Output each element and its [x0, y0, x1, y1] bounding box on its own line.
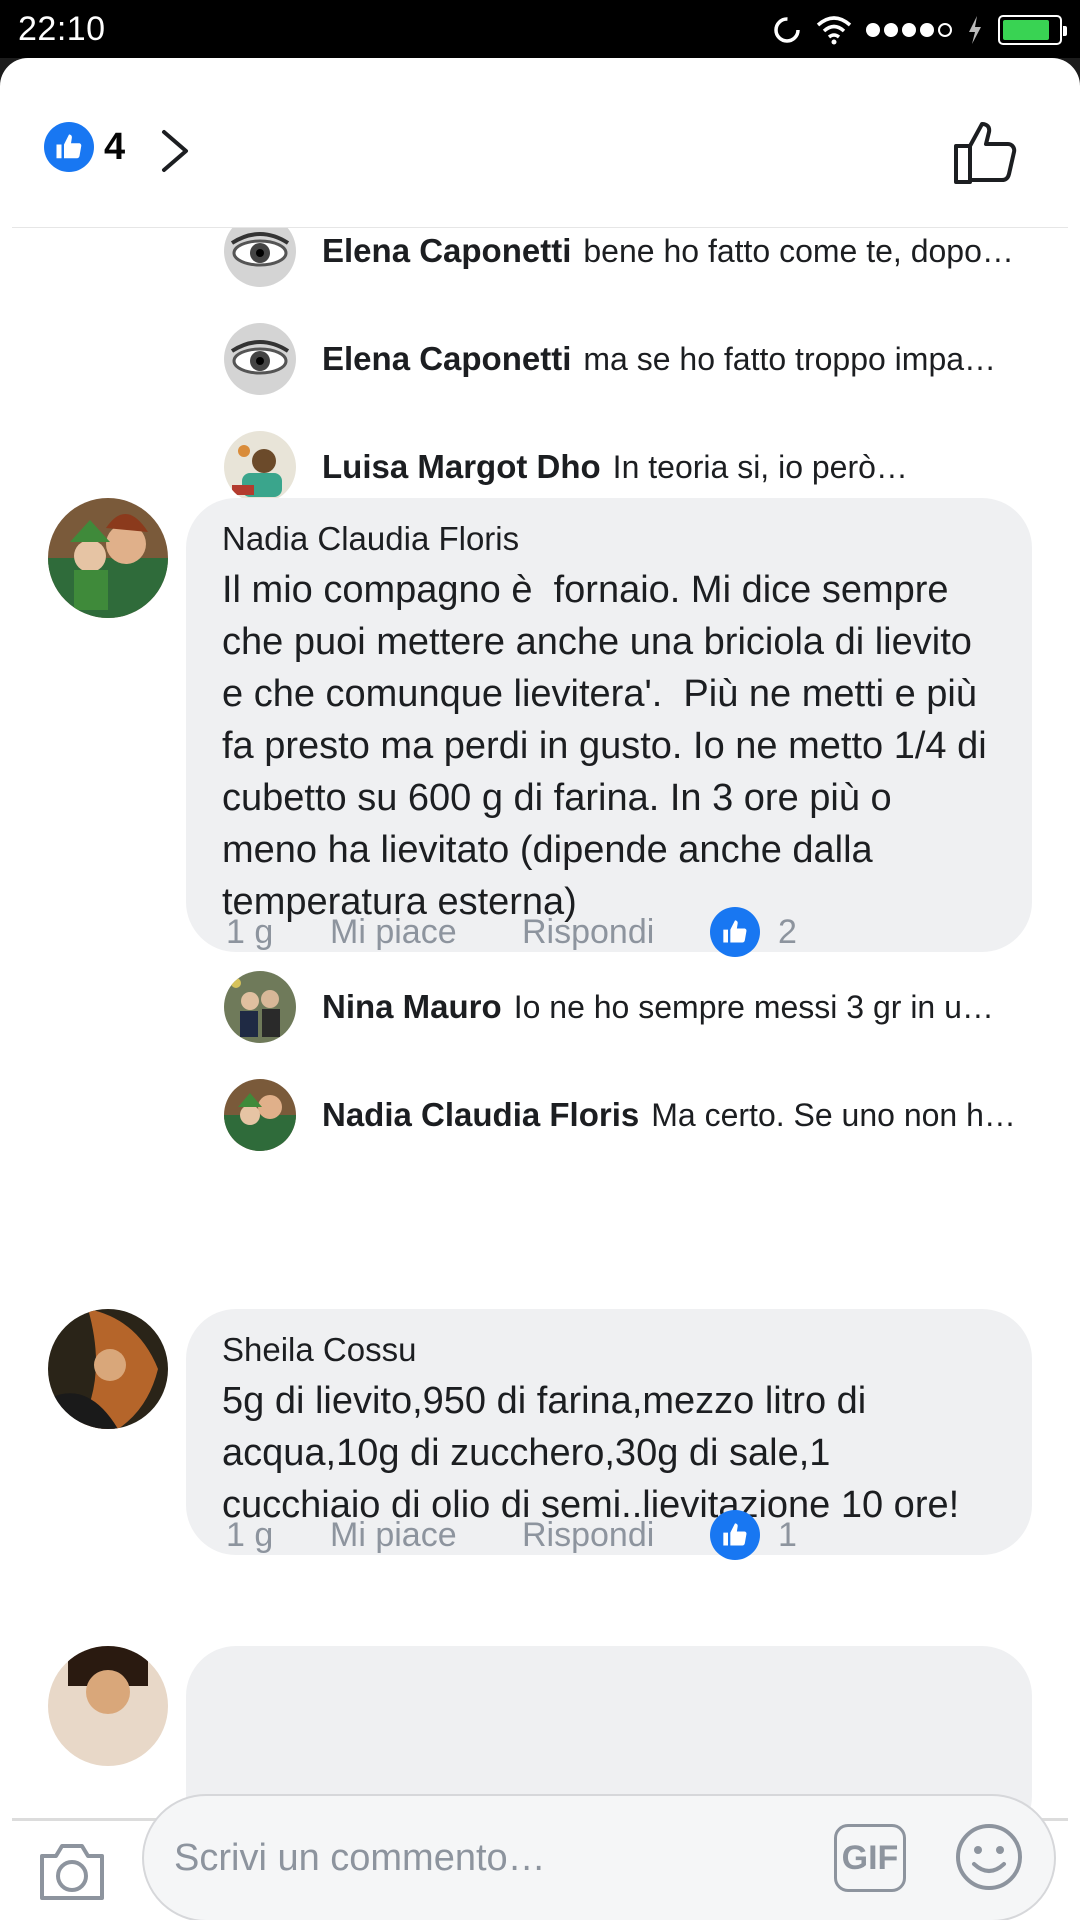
wifi-icon	[816, 16, 852, 45]
reply-preview[interactable]: Elena Caponetti bene ho fatto come te, do…	[224, 228, 1060, 291]
chevron-right-icon[interactable]	[158, 126, 192, 176]
comment-time: 1 g	[226, 1515, 274, 1554]
avatar[interactable]	[224, 1079, 296, 1151]
like-icon[interactable]	[710, 907, 760, 957]
like-reaction-icon[interactable]	[44, 122, 94, 172]
like-count[interactable]: 2	[778, 913, 797, 952]
signal-strength-icon	[866, 23, 952, 37]
thumbs-up-outline-icon[interactable]	[950, 116, 1022, 188]
status-icons	[772, 10, 1067, 50]
charging-icon	[969, 16, 981, 44]
like-icon[interactable]	[710, 1510, 760, 1560]
reply-author[interactable]: Nadia Claudia Floris	[322, 1096, 639, 1133]
comment-author[interactable]: Nadia Claudia Floris	[222, 520, 996, 558]
avatar[interactable]	[48, 498, 168, 618]
reply-author[interactable]: Elena Caponetti	[322, 232, 571, 269]
reply-author[interactable]: Elena Caponetti	[322, 340, 571, 377]
reply-preview[interactable]: Nina Mauro Io ne ho sempre messi 3 gr in …	[224, 967, 1060, 1047]
comment-input[interactable]	[142, 1794, 1056, 1920]
reaction-count[interactable]: 4	[104, 126, 125, 169]
reply-text: Luisa Margot Dho In teoria si, io però…	[322, 448, 908, 485]
smiley-icon[interactable]	[954, 1822, 1024, 1892]
like-button[interactable]: Mi piace	[330, 1516, 522, 1555]
battery-fill	[1003, 20, 1049, 40]
battery-icon	[998, 15, 1067, 45]
comment-author[interactable]: Sheila Cossu	[222, 1331, 996, 1369]
status-time: 22:10	[18, 10, 106, 48]
comments-list[interactable]: Elena Caponetti bene ho fatto come te, do…	[0, 228, 1080, 1818]
reply-text: Nina Mauro Io ne ho sempre messi 3 gr in …	[322, 988, 994, 1025]
reply-text: Elena Caponetti bene ho fatto come te, do…	[322, 232, 1014, 269]
comment-text: Il mio compagno è fornaio. Mi dice sempr…	[222, 569, 998, 923]
reply-author[interactable]: Nina Mauro	[322, 988, 502, 1025]
avatar[interactable]	[48, 1646, 168, 1766]
avatar[interactable]	[224, 323, 296, 395]
avatar[interactable]	[224, 431, 296, 503]
reply-text: Nadia Claudia Floris Ma certo. Se uno non…	[322, 1096, 1016, 1133]
camera-icon[interactable]	[36, 1838, 108, 1904]
reply-preview[interactable]: Elena Caponetti ma se ho fatto troppo imp…	[224, 319, 1060, 399]
status-bar: 22:10	[0, 0, 1080, 58]
reply-preview[interactable]: Nadia Claudia Floris Ma certo. Se uno non…	[224, 1075, 1060, 1155]
reply-button[interactable]: Rispondi	[522, 1516, 710, 1555]
avatar[interactable]	[224, 971, 296, 1043]
gif-button[interactable]: GIF	[834, 1824, 906, 1892]
sheet-header: 4	[0, 58, 1080, 228]
avatar[interactable]	[48, 1309, 168, 1429]
comment-actions: 1 g Mi piace Rispondi 1	[226, 1505, 797, 1565]
like-count[interactable]: 1	[778, 1516, 797, 1555]
comment-composer: GIF	[0, 1794, 1080, 1920]
comment-bubble[interactable]	[186, 1646, 1032, 1818]
reply-text: Elena Caponetti ma se ho fatto troppo imp…	[322, 340, 997, 377]
like-button[interactable]: Mi piace	[330, 913, 522, 952]
avatar[interactable]	[224, 228, 296, 287]
reply-button[interactable]: Rispondi	[522, 913, 710, 952]
reply-preview[interactable]: Luisa Margot Dho In teoria si, io però…	[224, 427, 1060, 507]
comment-time: 1 g	[226, 912, 274, 951]
comment-bubble[interactable]: Nadia Claudia Floris Il mio compagno è f…	[186, 498, 1032, 952]
sync-icon	[774, 17, 800, 43]
reply-author[interactable]: Luisa Margot Dho	[322, 448, 601, 485]
comment-actions: 1 g Mi piace Rispondi 2	[226, 902, 797, 962]
comments-sheet: 4 Elena Caponetti bene ho fatto come te, …	[0, 58, 1080, 1920]
